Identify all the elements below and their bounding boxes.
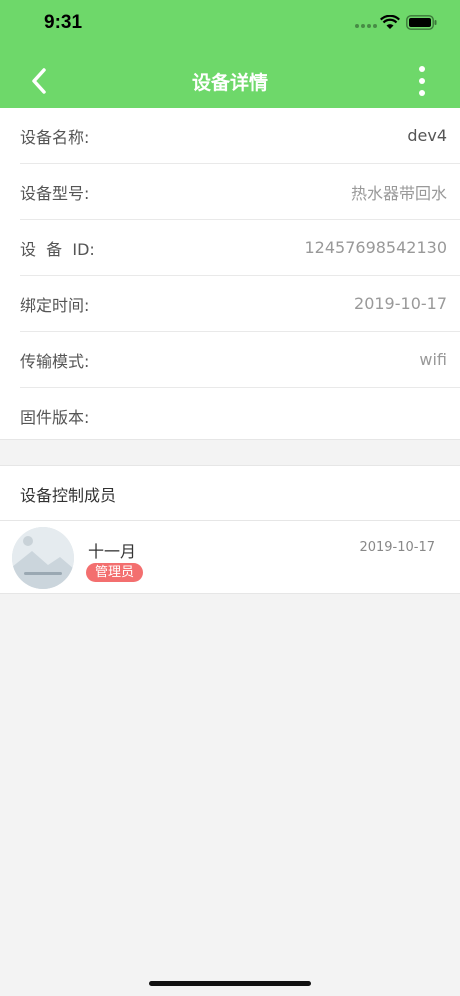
member-row[interactable]: 十一月 管理员 2019-10-17 (0, 521, 460, 594)
more-vertical-icon-dot (419, 66, 425, 72)
signal-icon (355, 24, 377, 28)
device-model-label: 设备型号: (20, 183, 90, 203)
binding-time-label: 绑定时间: (20, 295, 90, 315)
more-vertical-icon-dot (419, 90, 425, 96)
transfer-mode-row: 传输模式: wifi (20, 332, 460, 388)
firmware-version-label: 固件版本: (20, 407, 90, 427)
binding-time-value: 2019-10-17 (354, 294, 447, 313)
role-badge: 管理员 (86, 563, 144, 582)
more-options-button[interactable] (410, 64, 434, 98)
device-info-section: 设备名称: dev4 设备型号: 热水器带回水 设 备 ID: 12457698… (0, 108, 460, 440)
device-model-value: 热水器带回水 (350, 183, 447, 203)
device-name-row: 设备名称: dev4 (20, 108, 460, 164)
status-time: 9:31 (44, 12, 83, 33)
status-bar: 9:31 (0, 0, 460, 48)
device-name-value: dev4 (407, 126, 447, 145)
device-name-label: 设备名称: (20, 127, 90, 147)
firmware-version-row: 固件版本: (20, 388, 460, 443)
app-header: 9:31 设备详情 (0, 0, 460, 108)
navigation-bar: 设备详情 (0, 54, 460, 108)
page-title: 设备详情 (191, 72, 268, 94)
home-indicator[interactable] (149, 981, 311, 986)
wifi-icon (380, 15, 400, 29)
device-id-label: 设 备 ID: (20, 239, 95, 259)
members-title: 设备控制成员 (20, 486, 117, 505)
binding-time-row: 绑定时间: 2019-10-17 (20, 276, 460, 332)
device-id-row: 设 备 ID: 12457698542130 (20, 220, 460, 276)
battery-icon (406, 15, 437, 30)
avatar (12, 527, 74, 589)
more-vertical-icon-dot (419, 78, 425, 84)
device-model-row: 设备型号: 热水器带回水 (20, 164, 460, 220)
transfer-mode-label: 传输模式: (20, 351, 90, 371)
member-date: 2019-10-17 (359, 540, 435, 555)
device-id-value: 12457698542130 (304, 238, 447, 257)
mountain-avatar-icon (12, 527, 74, 589)
transfer-mode-value: wifi (419, 350, 447, 369)
member-name: 十一月 (88, 542, 137, 561)
members-section-header: 设备控制成员 (0, 465, 460, 521)
